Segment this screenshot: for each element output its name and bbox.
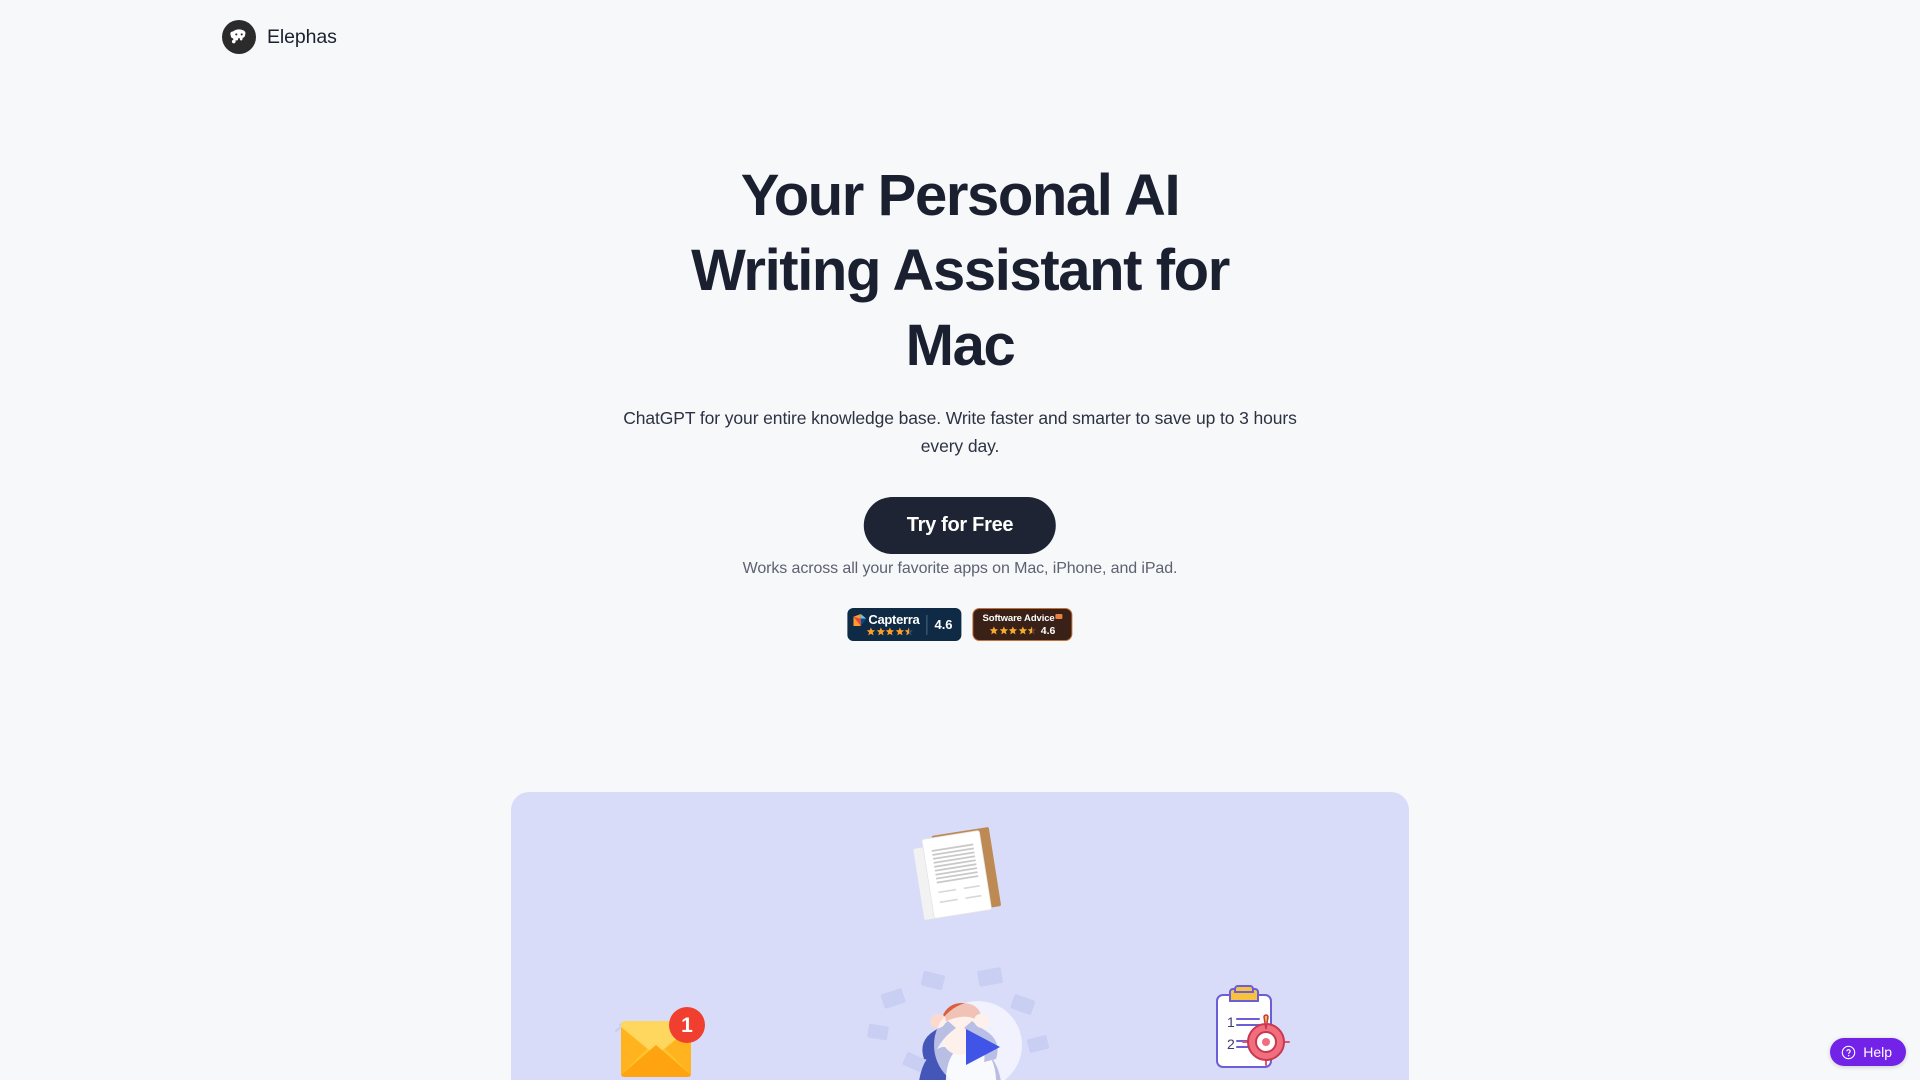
software-advice-badge[interactable]: Software Advice 4.6 — [972, 608, 1073, 641]
brand-logo-link[interactable]: Elephas — [222, 20, 337, 54]
question-circle-icon — [1841, 1045, 1856, 1059]
capterra-divider — [926, 614, 928, 635]
software-advice-stars — [990, 626, 1037, 635]
help-widget-label: Help — [1863, 1044, 1892, 1060]
software-advice-rating-row: 4.6 — [990, 624, 1056, 637]
illustration-panel: 1 1 2 — [511, 792, 1409, 1080]
documents-illustration — [912, 824, 1008, 933]
clipboard-marker-1: 1 — [1227, 1014, 1235, 1030]
envelope-notification-icon: 1 — [611, 1005, 707, 1080]
software-advice-tm-icon — [1055, 613, 1063, 619]
site-header: Elephas Features iOS Pricing Demos — [0, 0, 1920, 78]
help-widget-button[interactable]: Help — [1830, 1038, 1906, 1066]
software-advice-label-row: Software Advice — [983, 613, 1063, 624]
landing-page: Elephas Features iOS Pricing Demos Your … — [0, 0, 1920, 1080]
try-for-free-button[interactable]: Try for Free — [863, 497, 1057, 554]
capterra-badge[interactable]: Capterra 4.6 — [847, 608, 962, 641]
capterra-label: Capterra — [868, 612, 920, 627]
brand-name: Elephas — [267, 25, 337, 48]
rating-badges: Capterra 4.6 Software Advice 4.6 — [847, 608, 1073, 641]
capterra-flag-icon — [853, 613, 867, 626]
clipboard-target-icon: 1 2 — [1211, 985, 1291, 1076]
capterra-badge-content: Capterra — [853, 612, 920, 636]
capterra-logo-row: Capterra — [853, 612, 920, 627]
software-advice-label: Software Advice — [982, 612, 1055, 624]
capterra-score: 4.6 — [934, 617, 953, 632]
software-advice-score: 4.6 — [1040, 624, 1056, 637]
cta-container: Try for Free — [863, 497, 1057, 554]
envelope-badge-count: 1 — [681, 1014, 693, 1037]
cta-note: Works across all your favorite apps on M… — [742, 560, 1178, 577]
page-title: Your Personal AI Writing Assistant for M… — [691, 163, 1230, 378]
elephant-logo-icon — [222, 20, 256, 54]
capterra-stars — [866, 627, 914, 636]
hero-subtitle: ChatGPT for your entire knowledge base. … — [623, 408, 1297, 456]
video-play-thumbnail[interactable] — [860, 963, 1060, 1080]
clipboard-marker-2: 2 — [1227, 1036, 1235, 1052]
